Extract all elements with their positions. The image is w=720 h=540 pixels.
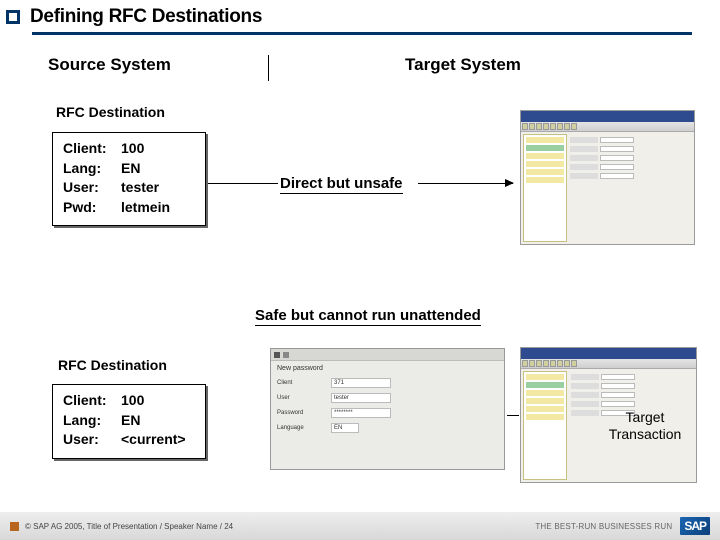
target-system-heading: Target System <box>405 55 521 75</box>
rfc1-pwd-label: Pwd: <box>63 198 121 218</box>
rfc-destination-box-2: Client:100 Lang:EN User:<current> <box>52 384 206 459</box>
rfc-destination-heading-2: RFC Destination <box>58 357 167 373</box>
rfc2-lang-label: Lang: <box>63 411 121 431</box>
rfc1-user-value: tester <box>121 178 159 198</box>
footer-tagline: THE BEST-RUN BUSINESSES RUN <box>535 522 672 531</box>
rfc1-user-label: User: <box>63 178 121 198</box>
source-system-heading: Source System <box>48 55 171 75</box>
connector-line-2 <box>507 415 519 416</box>
rfc-destination-heading-1: RFC Destination <box>56 104 165 120</box>
heading-divider <box>268 55 269 81</box>
target-transaction-label-2: Target Transaction <box>595 409 695 443</box>
rfc1-client-value: 100 <box>121 139 144 159</box>
login-dialog-screenshot: New password Client 371 User tester Passwo… <box>270 348 505 470</box>
title-bullet-icon <box>6 10 20 24</box>
rfc2-user-value: <current> <box>121 430 186 450</box>
login-password-value: ******** <box>331 408 391 418</box>
footer-bullet-icon <box>10 522 19 531</box>
target-transaction-screenshot-1 <box>520 110 695 245</box>
login-user-value: tester <box>331 393 391 403</box>
login-dialog-header: New password <box>277 365 498 372</box>
rfc1-lang-label: Lang: <box>63 159 121 179</box>
slide-footer: © SAP AG 2005, Title of Presentation / S… <box>0 512 720 540</box>
safe-unattended-label: Safe but cannot run unattended <box>255 307 481 326</box>
login-client-value: 371 <box>331 378 391 388</box>
login-password-label: Password <box>277 410 325 416</box>
slide-title: Defining RFC Destinations <box>30 6 262 28</box>
rfc2-client-value: 100 <box>121 391 144 411</box>
login-language-value: EN <box>331 423 359 433</box>
rfc1-pwd-value: letmein <box>121 198 170 218</box>
connector-line <box>208 183 278 184</box>
login-user-label: User <box>277 395 325 401</box>
login-language-label: Language <box>277 425 325 431</box>
slide-title-row: Defining RFC Destinations <box>0 0 720 32</box>
sap-logo-icon: SAP <box>680 517 710 535</box>
rfc-destination-box-1: Client:100 Lang:EN User:tester Pwd:letme… <box>52 132 206 226</box>
rfc2-lang-value: EN <box>121 411 140 431</box>
footer-copyright: © SAP AG 2005, Title of Presentation / S… <box>25 522 233 531</box>
rfc2-user-label: User: <box>63 430 121 450</box>
rfc1-lang-value: EN <box>121 159 140 179</box>
direct-unsafe-label: Direct but unsafe <box>280 175 403 194</box>
rfc2-client-label: Client: <box>63 391 121 411</box>
title-underline <box>32 32 692 35</box>
connector-arrow <box>418 183 513 184</box>
rfc1-client-label: Client: <box>63 139 121 159</box>
login-client-label: Client <box>277 380 325 386</box>
